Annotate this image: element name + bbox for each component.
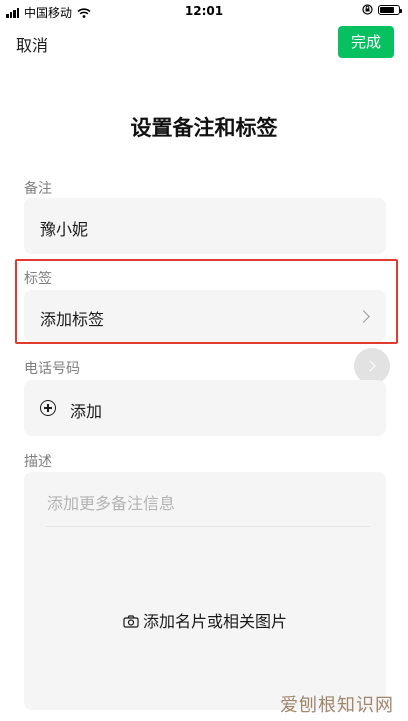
watermark: 爱刨根知识网: [280, 695, 394, 716]
cancel-button[interactable]: 取消: [16, 32, 48, 56]
status-right: [362, 4, 402, 15]
camera-icon: [123, 615, 139, 628]
remark-input[interactable]: 豫小妮: [24, 198, 386, 254]
add-phone-button[interactable]: 添加: [24, 380, 386, 436]
floating-chevron-button[interactable]: [354, 348, 390, 384]
add-image-button[interactable]: 添加名片或相关图片: [24, 608, 386, 632]
status-time: 12:01: [184, 4, 224, 18]
battery-icon: [378, 4, 402, 15]
remark-value: 豫小妮: [40, 220, 89, 239]
description-label: 描述: [24, 454, 52, 470]
divider: [46, 526, 370, 527]
add-phone-label: 添加: [70, 402, 103, 421]
phone-label: 电话号码: [24, 361, 80, 377]
description-box: 添加更多备注信息 添加名片或相关图片: [24, 472, 386, 710]
done-button[interactable]: 完成: [338, 26, 394, 58]
description-input[interactable]: 添加更多备注信息: [47, 490, 175, 514]
highlight-box: [15, 259, 398, 344]
add-image-label: 添加名片或相关图片: [142, 612, 287, 631]
add-circle-icon: [40, 400, 56, 416]
lock-rotation-icon: [362, 4, 373, 15]
chevron-right-icon: [364, 360, 376, 372]
page-title: 设置备注和标签: [130, 116, 278, 140]
remark-label: 备注: [24, 181, 52, 197]
status-bar: 中国移动 12:01: [0, 0, 408, 22]
